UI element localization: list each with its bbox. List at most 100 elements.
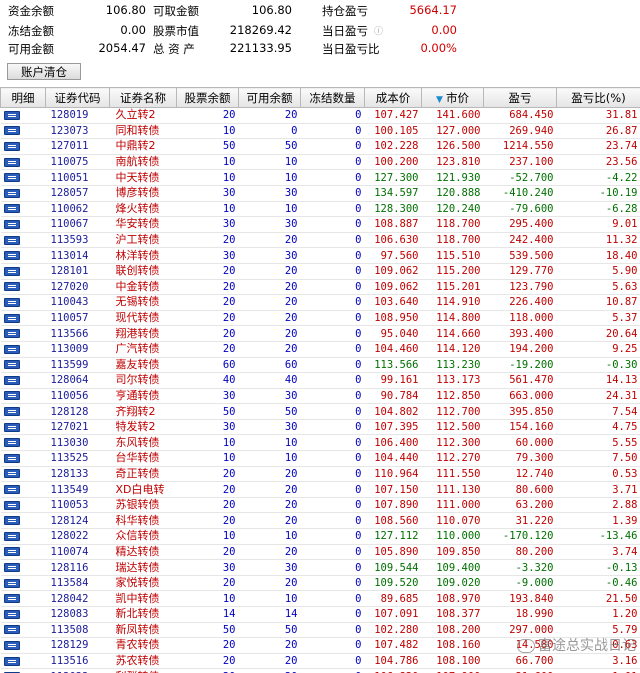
table-row[interactable]: 128083 新北转债 14 14 0 107.091 108.377 18.990 1.20 [0, 606, 640, 623]
table-row[interactable]: 128116 瑞达转债 30 30 0 109.544 109.400 -3.320 -0.13 [0, 559, 640, 576]
list-detail-icon[interactable] [3, 609, 20, 619]
list-detail-icon[interactable] [3, 547, 20, 557]
table-row[interactable]: 110074 精达转债 20 20 0 105.890 109.850 80.200 3.74 [0, 544, 640, 561]
table-row[interactable]: 128022 众信转债 10 10 0 127.112 110.000 -170.120 -13… [0, 528, 640, 545]
detail-cell[interactable] [0, 123, 46, 140]
list-detail-icon[interactable] [3, 266, 20, 276]
list-detail-icon[interactable] [3, 329, 20, 339]
detail-cell[interactable] [0, 154, 46, 171]
detail-cell[interactable] [0, 637, 46, 654]
detail-cell[interactable] [0, 325, 46, 342]
col-header-frozen[interactable]: 冻结数量 [300, 87, 365, 108]
detail-cell[interactable] [0, 263, 46, 280]
clear-account-button[interactable]: 账户清仓 [7, 63, 81, 80]
detail-cell[interactable] [0, 169, 46, 186]
list-detail-icon[interactable] [3, 110, 20, 120]
table-row[interactable]: 110057 现代转债 20 20 0 108.950 114.800 118.000 5.37 [0, 310, 640, 327]
detail-cell[interactable] [0, 544, 46, 561]
list-detail-icon[interactable] [3, 188, 20, 198]
table-row[interactable]: 128019 久立转2 20 20 0 107.427 141.600 684.450 31.8… [0, 107, 640, 124]
table-row[interactable]: 110051 中天转债 10 10 0 127.300 121.930 -52.700 -4.2… [0, 169, 640, 186]
detail-cell[interactable] [0, 450, 46, 467]
col-header-detail[interactable]: 明细 [0, 87, 46, 108]
info-icon[interactable]: ⓘ [374, 24, 383, 37]
col-header-price[interactable]: ▼ 市价 [421, 87, 484, 108]
detail-cell[interactable] [0, 559, 46, 576]
list-detail-icon[interactable] [3, 282, 20, 292]
list-detail-icon[interactable] [3, 500, 20, 510]
table-row[interactable]: 113566 翔港转债 20 20 0 95.040 114.660 393.400 20.64 [0, 325, 640, 342]
detail-cell[interactable] [0, 512, 46, 530]
detail-cell[interactable] [0, 434, 46, 452]
list-detail-icon[interactable] [3, 157, 20, 167]
table-row[interactable]: 128101 联创转债 20 20 0 109.062 115.200 129.770 5.90 [0, 263, 640, 280]
detail-cell[interactable] [0, 528, 46, 545]
col-header-code[interactable]: 证券代码 [45, 87, 110, 108]
list-detail-icon[interactable] [3, 438, 20, 448]
list-detail-icon[interactable] [3, 297, 20, 307]
table-row[interactable]: 113516 苏农转债 20 20 0 104.786 108.100 66.700 3.16 [0, 653, 640, 670]
list-detail-icon[interactable] [3, 485, 20, 495]
table-row[interactable]: 127020 中金转债 20 20 0 109.062 115.201 123.790 5.63 [0, 279, 640, 296]
detail-cell[interactable] [0, 185, 46, 202]
list-detail-icon[interactable] [3, 625, 20, 635]
detail-cell[interactable] [0, 216, 46, 233]
sort-down-icon[interactable]: ▼ [436, 95, 443, 105]
col-header-available[interactable]: 可用余额 [238, 87, 301, 108]
table-row[interactable]: 128064 司尔转债 40 40 0 99.161 113.173 561.470 14.13 [0, 372, 640, 389]
detail-cell[interactable] [0, 403, 46, 420]
list-detail-icon[interactable] [3, 563, 20, 573]
detail-cell[interactable] [0, 590, 46, 607]
table-row[interactable]: 113525 台华转债 10 10 0 104.440 112.270 79.300 7.50 [0, 450, 640, 467]
list-detail-icon[interactable] [3, 422, 20, 432]
table-row[interactable]: 128057 博彦转债 30 30 0 134.597 120.888 -410.240 -10… [0, 185, 640, 202]
list-detail-icon[interactable] [3, 251, 20, 261]
col-header-pl[interactable]: 盈亏 [483, 87, 557, 108]
detail-cell[interactable] [0, 481, 46, 498]
detail-cell[interactable] [0, 232, 46, 249]
table-row[interactable]: 127021 特发转2 30 30 0 107.395 112.500 154.160 4.75 [0, 419, 640, 436]
table-row[interactable]: 123073 同和转债 10 0 0 100.105 127.000 269.940 26.87 [0, 123, 640, 140]
list-detail-icon[interactable] [3, 360, 20, 370]
list-detail-icon[interactable] [3, 516, 20, 526]
detail-cell[interactable] [0, 497, 46, 514]
list-detail-icon[interactable] [3, 375, 20, 385]
list-detail-icon[interactable] [3, 594, 20, 604]
detail-cell[interactable] [0, 653, 46, 670]
list-detail-icon[interactable] [3, 204, 20, 214]
table-row[interactable]: 128128 齐翔转2 50 50 0 104.802 112.700 395.850 7.54 [0, 403, 640, 420]
list-detail-icon[interactable] [3, 578, 20, 588]
table-row[interactable]: 113014 林洋转债 30 30 0 97.560 115.510 539.500 18.40 [0, 247, 640, 264]
table-row[interactable]: 110056 亨通转债 30 30 0 90.784 112.850 663.000 24.31 [0, 388, 640, 405]
list-detail-icon[interactable] [3, 235, 20, 245]
table-row[interactable]: 110043 无锡转债 20 20 0 103.640 114.910 226.400 10.8… [0, 294, 640, 311]
detail-cell[interactable] [0, 310, 46, 327]
detail-cell[interactable] [0, 575, 46, 592]
table-row[interactable]: 113549 XD白电转 20 20 0 107.150 111.130 80.600 3.71 [0, 481, 640, 498]
table-row[interactable]: 113009 广汽转债 20 20 0 104.460 114.120 194.200 9.25 [0, 341, 640, 358]
table-row[interactable]: 127011 中鼎转2 50 50 0 102.228 126.500 1214.550 23.… [0, 138, 640, 155]
list-detail-icon[interactable] [3, 469, 20, 479]
detail-cell[interactable] [0, 247, 46, 264]
detail-cell[interactable] [0, 388, 46, 405]
table-row[interactable]: 113033利群转债20200106.820107.90021.6001.01 [0, 668, 640, 673]
detail-cell[interactable] [0, 466, 46, 483]
col-header-cost[interactable]: 成本价 [364, 87, 422, 108]
list-detail-icon[interactable] [3, 219, 20, 229]
detail-cell[interactable] [0, 279, 46, 296]
table-row[interactable]: 113030 东风转债 10 10 0 106.400 112.300 60.000 5.55 [0, 434, 640, 452]
table-row[interactable]: 113584 家悦转债 20 20 0 109.520 109.020 -9.000 -0.46 [0, 575, 640, 592]
table-row[interactable]: 110053 苏银转债 20 20 0 107.890 111.000 63.200 2.88 [0, 497, 640, 514]
col-header-balance[interactable]: 股票余额 [176, 87, 239, 108]
list-detail-icon[interactable] [3, 531, 20, 541]
list-detail-icon[interactable] [3, 313, 20, 323]
detail-cell[interactable] [0, 606, 46, 623]
detail-cell[interactable] [0, 668, 46, 673]
detail-cell[interactable] [0, 372, 46, 389]
detail-cell[interactable] [0, 341, 46, 358]
detail-cell[interactable] [0, 107, 46, 124]
list-detail-icon[interactable] [3, 126, 20, 136]
list-detail-icon[interactable] [3, 173, 20, 183]
detail-cell[interactable] [0, 138, 46, 155]
table-row[interactable]: 113593 沪工转债 20 20 0 106.630 118.700 242.400 11.3… [0, 232, 640, 249]
